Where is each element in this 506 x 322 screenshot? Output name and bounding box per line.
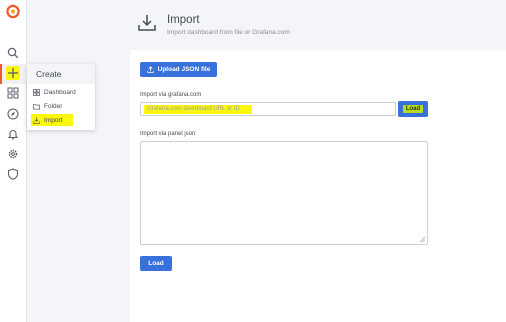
search-icon[interactable] [6, 46, 20, 60]
grafana-logo-icon[interactable] [5, 3, 21, 19]
grafana-import-label: Import via grafana.com [140, 92, 202, 98]
load-json-button[interactable]: Load [140, 256, 172, 271]
grafana-load-button[interactable]: Load [398, 101, 428, 117]
menu-item-label: Import [44, 116, 63, 124]
sidebar [0, 0, 27, 322]
folder-icon [33, 103, 40, 109]
dashboards-icon[interactable] [6, 86, 20, 100]
dashboard-grid-icon [33, 88, 40, 96]
grafana-load-label: Load [402, 105, 424, 113]
page-title: Import [167, 14, 200, 26]
upload-json-label: Upload JSON file [157, 66, 211, 73]
grafana-url-placeholder: Grafana.com dashboard URL or ID [147, 105, 240, 112]
load-json-label: Load [148, 260, 164, 267]
shield-icon[interactable] [6, 167, 20, 181]
import-icon [33, 116, 40, 124]
menu-item-label: Folder [44, 102, 63, 110]
gear-icon[interactable] [6, 147, 20, 161]
import-header-icon [138, 15, 156, 31]
create-menu: Create Dashboard Folder Import [27, 64, 95, 130]
resize-grip-icon[interactable] [420, 237, 425, 242]
upload-icon [146, 66, 154, 73]
import-panel: Upload JSON file Import via grafana.com … [130, 50, 506, 322]
grafana-app: Import Import dashboard from file or Gra… [0, 0, 506, 322]
upload-json-button[interactable]: Upload JSON file [140, 62, 217, 77]
create-menu-header: Create [27, 64, 95, 84]
menu-item-import[interactable]: Import [33, 114, 62, 126]
plus-icon[interactable] [6, 66, 20, 80]
menu-item-folder[interactable]: Folder [33, 100, 62, 112]
grafana-url-input[interactable]: Grafana.com dashboard URL or ID [140, 102, 396, 116]
menu-item-label: Dashboard [44, 88, 76, 96]
page-subtitle: Import dashboard from file or Grafana.co… [167, 29, 290, 36]
panel-json-label: Import via panel json [140, 131, 196, 137]
menu-item-dashboard[interactable]: Dashboard [33, 86, 76, 98]
compass-icon[interactable] [6, 107, 20, 121]
panel-json-textarea[interactable] [140, 141, 428, 245]
page-header: Import Import dashboard from file or Gra… [28, 0, 506, 50]
bell-icon[interactable] [6, 127, 20, 141]
